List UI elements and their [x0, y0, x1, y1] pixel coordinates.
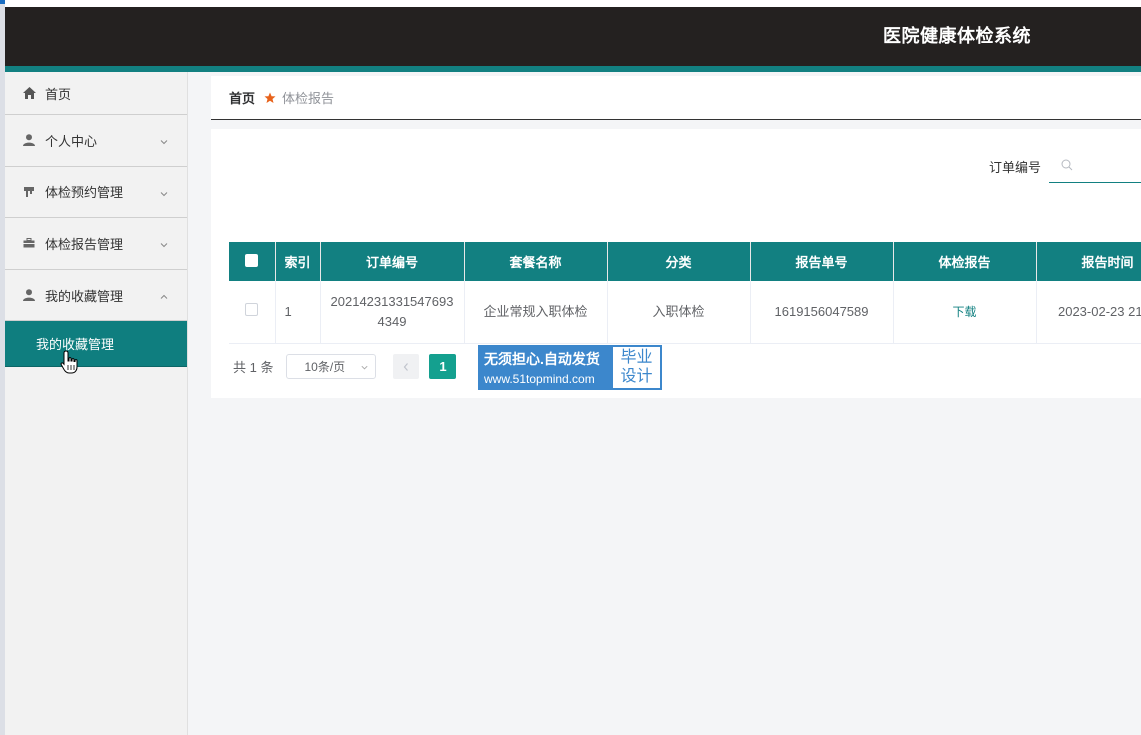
- cell-index: 1: [275, 281, 321, 344]
- breadcrumb: 首页 体检报告: [211, 76, 1141, 120]
- cell-category: 入职体检: [607, 281, 751, 344]
- column-header: 订单编号: [320, 242, 465, 281]
- page-size-value: 10条/页: [304, 360, 346, 374]
- sidebar-item-favorites[interactable]: 我的收藏管理: [5, 270, 187, 322]
- download-link[interactable]: 下载: [952, 305, 976, 319]
- column-header: 报告时间: [1036, 242, 1141, 281]
- table-row: 1 20214231331547693 4349 企业常规入职体检 入职体检 1…: [229, 281, 1141, 344]
- sidebar-item-report[interactable]: 体检报告管理: [5, 218, 187, 270]
- chevron-down-icon: [361, 365, 368, 370]
- briefcase-icon: [22, 236, 36, 250]
- chevron-left-icon: [404, 362, 409, 371]
- breadcrumb-current: 体检报告: [282, 91, 335, 106]
- breadcrumb-home[interactable]: 首页: [229, 88, 255, 107]
- sidebar-item-label: 首页: [45, 86, 72, 102]
- star-icon: [264, 92, 276, 104]
- watermark-line2: www.51topmind.com: [484, 372, 595, 386]
- user-icon: [22, 133, 36, 147]
- app-title: 医院健康体检系统: [883, 26, 1031, 46]
- pagination: 共 1 条 10条/页 1: [233, 354, 457, 379]
- page-number-button[interactable]: 1: [429, 354, 457, 379]
- user-icon: [22, 288, 36, 302]
- chevron-down-icon: [159, 187, 169, 197]
- sidebar-item-label: 我的收藏管理: [45, 288, 124, 304]
- column-header: 体检报告: [893, 242, 1037, 281]
- sidebar-item-home[interactable]: 首页: [5, 72, 187, 115]
- column-header: 分类: [607, 242, 751, 281]
- select-all-checkbox[interactable]: [245, 253, 259, 267]
- prev-page-button[interactable]: [393, 354, 420, 379]
- column-header: 套餐名称: [464, 242, 608, 281]
- watermark-badge: 毕业 设计: [613, 347, 660, 388]
- page-size-select[interactable]: 10条/页: [286, 354, 377, 379]
- search-icon: [1061, 159, 1073, 170]
- watermark-badge-top: 毕业: [620, 349, 653, 366]
- report-table: 索引 订单编号 套餐名称 分类 报告单号 体检报告 报告时间 1 2021423…: [229, 242, 1141, 344]
- column-header: 索引: [275, 242, 321, 281]
- row-checkbox[interactable]: [245, 302, 259, 316]
- sidebar-item-label: 个人中心: [45, 133, 98, 149]
- reservation-icon: [22, 185, 36, 199]
- row-select-cell[interactable]: [229, 281, 276, 344]
- column-header: 报告单号: [750, 242, 894, 281]
- home-icon: [22, 86, 36, 100]
- watermark-banner: 无须担心.自动发货 www.51topmind.com 毕业 设计: [478, 345, 662, 390]
- sidebar: 首页 个人中心 体检预约管理 体检报告管理 我的收藏管理 我的收藏管理: [5, 72, 188, 735]
- search-label: 订单编号: [989, 160, 1042, 175]
- watermark-line1: 无须担心.自动发货: [484, 351, 600, 367]
- sidebar-item-label: 体检预约管理: [45, 185, 124, 201]
- pagination-total: 共 1 条: [233, 360, 274, 375]
- search-input[interactable]: [1049, 147, 1141, 183]
- sidebar-subitem-favorites[interactable]: 我的收藏管理: [5, 321, 187, 368]
- chevron-up-icon: [159, 290, 169, 300]
- cell-time: 2023-02-23 21: 7: [1036, 281, 1141, 344]
- watermark-badge-bottom: 设计: [620, 368, 653, 385]
- chevron-down-icon: [159, 238, 169, 248]
- cell-report: 下载: [893, 281, 1037, 344]
- sidebar-item-personal-center[interactable]: 个人中心: [5, 115, 187, 167]
- table-header-row: 索引 订单编号 套餐名称 分类 报告单号 体检报告 报告时间: [229, 242, 1141, 281]
- cell-order-no: 20214231331547693 4349: [320, 281, 465, 344]
- title-strip: [5, 0, 1141, 7]
- hand-cursor-icon: [60, 350, 78, 374]
- sidebar-item-label: 体检报告管理: [45, 236, 124, 252]
- select-all-cell[interactable]: [229, 242, 276, 281]
- sidebar-item-reservation[interactable]: 体检预约管理: [5, 167, 187, 219]
- chevron-down-icon: [159, 135, 169, 145]
- cell-package: 企业常规入职体检: [464, 281, 608, 344]
- cell-report-no: 1619156047589: [750, 281, 894, 344]
